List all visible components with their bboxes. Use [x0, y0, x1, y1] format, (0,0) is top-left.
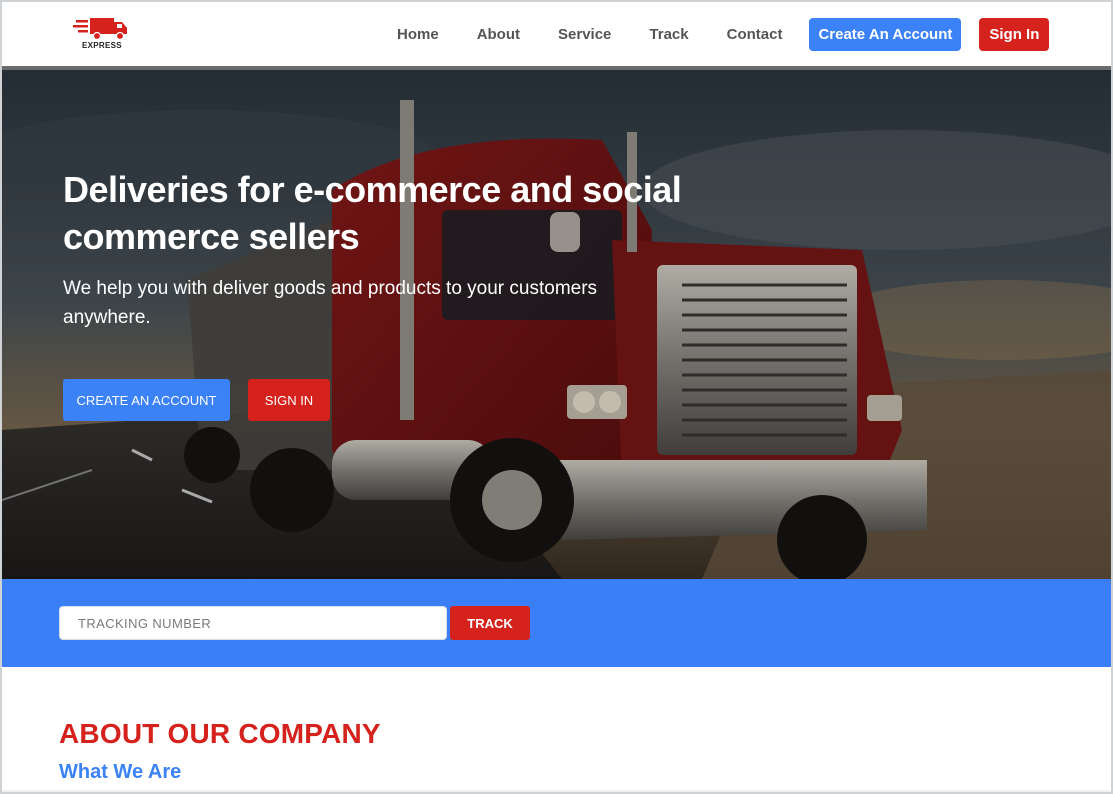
hero-subtitle: We help you with deliver goods and produ…: [63, 278, 598, 328]
track-button[interactable]: TRACK: [450, 606, 530, 640]
tracking-number-input[interactable]: [59, 606, 447, 640]
nav-service[interactable]: Service: [558, 26, 611, 43]
about-subheading: What We Are: [59, 761, 182, 783]
nav-home[interactable]: Home: [397, 26, 439, 43]
tracking-section: TRACK: [2, 579, 1111, 667]
page: EXPRESS Home About Service Track Contact…: [0, 0, 1113, 794]
nav-track[interactable]: Track: [649, 26, 688, 43]
hero-title: Deliveries for e-commerce and social com…: [63, 169, 682, 257]
truck-logo-icon: [73, 18, 127, 41]
about-heading: ABOUT OUR COMPANY: [59, 718, 381, 749]
hero-sign-in-button[interactable]: SIGN IN: [248, 379, 330, 421]
bottom-edge: [2, 790, 1111, 792]
header-sign-in-button[interactable]: Sign In: [979, 18, 1050, 51]
nav-contact[interactable]: Contact: [727, 26, 783, 43]
site-header: EXPRESS Home About Service Track Contact…: [2, 2, 1111, 66]
nav-about[interactable]: About: [477, 26, 520, 43]
header-create-account-button[interactable]: Create An Account: [809, 18, 962, 51]
brand-logo[interactable]: EXPRESS: [72, 14, 132, 52]
logo-text: EXPRESS: [82, 41, 122, 50]
hero-section: Deliveries for e-commerce and social com…: [2, 70, 1111, 579]
hero-create-account-button[interactable]: CREATE AN ACCOUNT: [63, 379, 230, 421]
main-nav: Home About Service Track Contact Create …: [378, 18, 1050, 51]
